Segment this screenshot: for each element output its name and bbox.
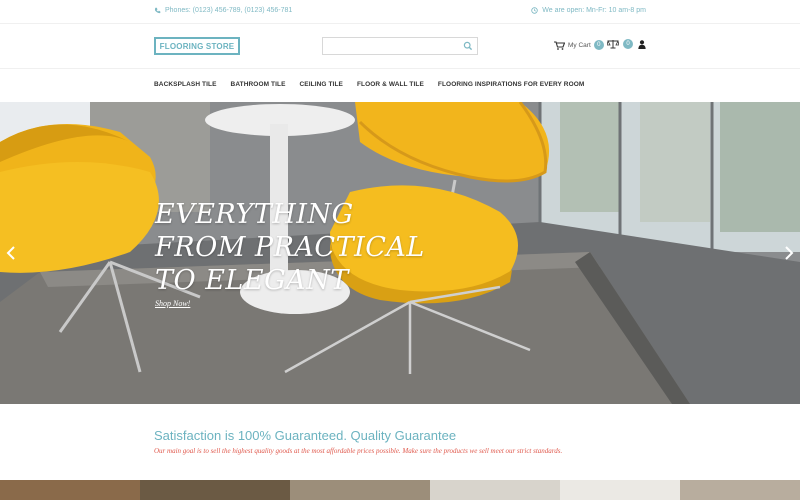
user-icon[interactable] (638, 40, 646, 49)
nav-item-ceiling-tile[interactable]: CEILING TILE (300, 81, 343, 88)
phones-info: Phones: (0123) 456-789, (0123) 456-781 (154, 7, 292, 14)
hours-text: We are open: Mn-Fr: 10 am-8 pm (542, 7, 646, 14)
clock-icon (531, 7, 538, 14)
compare-button[interactable]: 0 (607, 39, 633, 49)
category-image[interactable] (680, 480, 800, 500)
cart-count-badge: 0 (593, 40, 604, 50)
cart-icon (554, 40, 565, 50)
nav-item-flooring-inspirations[interactable]: FLOORING INSPIRATIONS FOR EVERY ROOM (438, 81, 585, 88)
search-icon[interactable] (463, 41, 473, 51)
category-images-strip (0, 480, 800, 500)
guarantee-section: Satisfaction is 100% Guaranteed. Quality… (0, 404, 800, 480)
hero-headline-line3: TO ELEGANT (155, 265, 349, 296)
category-image[interactable] (290, 480, 430, 500)
topbar: Phones: (0123) 456-789, (0123) 456-781 W… (0, 0, 800, 24)
nav-item-backsplash-tile[interactable]: BACKSPLASH TILE (154, 81, 217, 88)
shop-now-link[interactable]: Shop Now! (155, 299, 190, 308)
hours-info: We are open: Mn-Fr: 10 am-8 pm (531, 7, 646, 14)
header: FLOORING STORE My Cart 0 0 (0, 24, 800, 69)
guarantee-text: Our main goal is to sell the highest qua… (154, 447, 563, 455)
category-image[interactable] (140, 480, 290, 500)
compare-icon (607, 39, 619, 49)
cart-label: My Cart (568, 41, 591, 49)
guarantee-title: Satisfaction is 100% Guaranteed. Quality… (154, 428, 457, 443)
search-input[interactable] (323, 38, 461, 54)
compare-count-badge: 0 (623, 39, 633, 49)
hero-slider: EVERYTHING FROM PRACTICAL TO ELEGANT Sho… (0, 102, 800, 404)
main-nav: BACKSPLASH TILE BATHROOM TILE CEILING TI… (0, 69, 800, 102)
category-image[interactable] (560, 480, 680, 500)
hero-headline-line1: EVERYTHING (155, 199, 354, 230)
phone-icon (154, 7, 161, 14)
page: Phones: (0123) 456-789, (0123) 456-781 W… (0, 0, 800, 500)
nav-item-floor-wall-tile[interactable]: FLOOR & WALL TILE (357, 81, 424, 88)
cart-button[interactable]: My Cart 0 (554, 40, 604, 50)
search-box (322, 37, 478, 55)
logo[interactable]: FLOORING STORE (154, 37, 240, 55)
category-image[interactable] (0, 480, 140, 500)
chevron-right-icon[interactable] (782, 245, 796, 261)
chevron-left-icon[interactable] (4, 245, 18, 261)
category-image[interactable] (430, 480, 560, 500)
hero-headline: EVERYTHING FROM PRACTICAL TO ELEGANT (155, 198, 425, 297)
nav-item-bathroom-tile[interactable]: BATHROOM TILE (231, 81, 286, 88)
hero-headline-line2: FROM PRACTICAL (155, 232, 425, 263)
phones-text: Phones: (0123) 456-789, (0123) 456-781 (165, 7, 293, 14)
